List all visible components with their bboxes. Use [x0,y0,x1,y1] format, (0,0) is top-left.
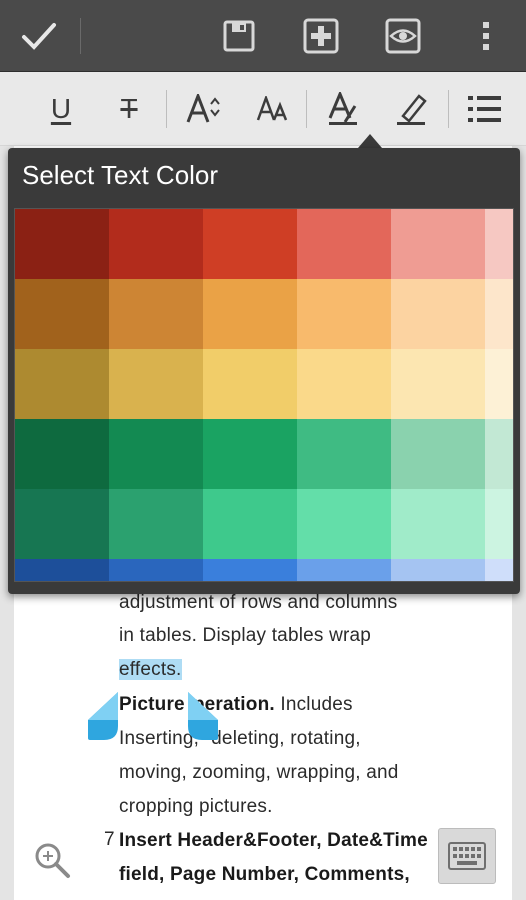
color-swatch[interactable] [109,559,203,581]
format-toolbar: U T [0,72,526,146]
popup-title: Select Text Color [22,160,219,190]
doc-bold-text: Insert Header&Footer, Date&Time [119,830,428,851]
color-swatch[interactable] [203,209,297,279]
color-swatch[interactable] [15,279,109,349]
strikethrough-label: T [120,93,138,124]
color-swatch[interactable] [109,349,203,419]
underline-button[interactable]: U [38,72,84,146]
color-swatch[interactable] [391,349,485,419]
color-swatch[interactable] [297,419,391,489]
text-color-popup: Select Text Color [8,148,520,594]
doc-text-line: Insert Header&Footer, Date&Time [119,830,428,860]
color-swatch[interactable] [297,209,391,279]
color-swatch[interactable] [203,559,297,581]
strikethrough-button[interactable]: T [106,72,152,146]
doc-text-line: in tables. Display tables wrap [119,625,372,646]
color-swatch[interactable] [15,489,109,559]
color-swatch[interactable] [109,279,203,349]
color-swatch[interactable] [297,279,391,349]
eye-icon[interactable] [378,0,428,72]
more-vertical-icon[interactable] [466,0,506,72]
action-bar-divider [80,18,81,54]
doc-text-line: moving, zooming, wrapping, and [119,762,399,783]
doc-text: deleting, rotating, [211,728,361,749]
color-swatch[interactable] [15,349,109,419]
color-swatch[interactable] [297,559,391,581]
bullet-list-icon[interactable] [462,72,508,146]
doc-text-line: Picture peration. Includes [119,694,353,724]
color-swatch[interactable] [485,209,513,279]
doc-bold-text: field, Page Number, Comments, [119,864,410,885]
color-swatch[interactable] [203,489,297,559]
keyboard-icon[interactable] [438,828,496,884]
popup-pointer [358,134,382,148]
list-item-number: 7 [104,829,115,850]
color-swatch[interactable] [485,349,513,419]
doc-text: Includes [274,694,353,715]
doc-text-line: adjustment of rows and columns [119,592,398,613]
color-swatch[interactable] [15,419,109,489]
color-swatch[interactable] [109,419,203,489]
doc-bold-text: Picture [119,694,185,715]
selection-start-handle[interactable] [86,690,120,742]
color-swatch[interactable] [485,559,513,581]
toolbar-divider [448,90,449,128]
font-size-increase-icon[interactable] [180,72,226,146]
color-swatch[interactable] [391,209,485,279]
doc-text-line: effects. [119,659,182,689]
color-swatch[interactable] [203,349,297,419]
doc-text-line: field, Page Number, Comments, [119,864,410,894]
toolbar-divider [306,90,307,128]
color-swatch[interactable] [203,419,297,489]
color-swatch[interactable] [391,279,485,349]
color-swatch[interactable] [203,279,297,349]
color-swatch[interactable] [391,419,485,489]
highlighter-icon[interactable] [388,72,434,146]
color-swatch[interactable] [297,489,391,559]
selection-end-handle[interactable] [186,690,220,742]
color-swatch[interactable] [391,489,485,559]
action-bar [0,0,526,72]
color-swatch[interactable] [485,489,513,559]
check-icon[interactable] [0,0,78,72]
color-swatch[interactable] [109,489,203,559]
plus-box-icon[interactable] [296,0,346,72]
selected-text[interactable]: effects. [119,659,182,680]
doc-text-line: Inserting, deleting, rotating, [119,728,361,758]
color-swatch[interactable] [109,209,203,279]
doc-text-line: cropping pictures. [119,796,273,817]
toolbar-divider [166,90,167,128]
color-swatch[interactable] [391,559,485,581]
underline-label: U [50,93,72,124]
color-swatch[interactable] [485,419,513,489]
color-swatch-grid[interactable] [14,208,514,582]
color-swatch[interactable] [485,279,513,349]
color-swatch[interactable] [15,209,109,279]
color-swatch[interactable] [15,559,109,581]
save-icon[interactable] [214,0,264,72]
font-case-icon[interactable] [250,72,296,146]
zoom-icon[interactable] [32,840,72,880]
color-swatch[interactable] [297,349,391,419]
